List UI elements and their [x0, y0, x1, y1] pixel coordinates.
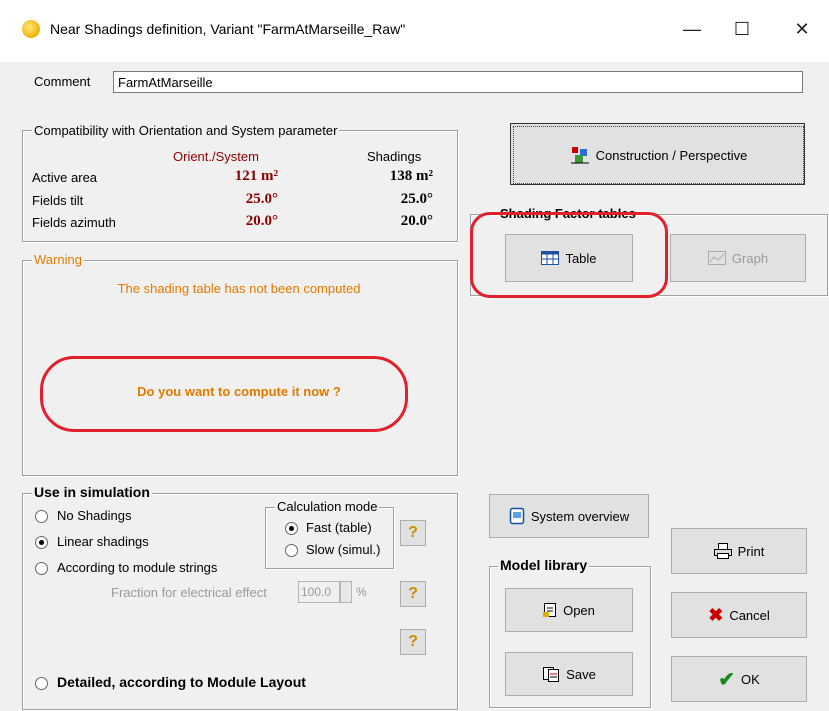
active-area-label: Active area [32, 170, 98, 185]
open-file-icon [543, 603, 557, 617]
cancel-x-icon: ✖ [708, 604, 724, 625]
open-button-label: Open [563, 602, 595, 618]
maximize-button[interactable]: ☐ [722, 14, 762, 44]
ok-button[interactable]: ✔ OK [671, 656, 807, 702]
warning-message: The shading table has not been computed [117, 281, 361, 296]
active-area-orient-value: 121 m² [234, 168, 278, 184]
minimize-button[interactable]: — [672, 14, 712, 44]
system-overview-label: System overview [530, 508, 630, 524]
active-area-shadings-value: 138 m² [389, 168, 433, 184]
comment-label: Comment [34, 74, 91, 89]
print-button[interactable]: Print [671, 528, 807, 574]
compute-question[interactable]: Do you want to compute it now ? [22, 384, 456, 399]
fraction-electrical-spinner [340, 581, 352, 603]
print-button-label: Print [737, 543, 765, 559]
linear-shadings-radio[interactable] [35, 536, 48, 549]
orient-system-header: Orient./System [173, 149, 259, 164]
document-icon [509, 507, 525, 525]
comment-field[interactable] [113, 71, 803, 93]
fields-azimuth-orient-value: 20.0° [245, 213, 278, 229]
no-shadings-radio[interactable] [35, 510, 48, 523]
window-title: Near Shadings definition, Variant "FarmA… [50, 21, 406, 37]
fields-azimuth-shadings-value: 20.0° [400, 213, 433, 229]
model-library-title: Model library [498, 557, 590, 573]
detailed-layout-radio[interactable] [35, 677, 48, 690]
ok-button-label: OK [740, 671, 760, 687]
graph-icon [707, 251, 726, 265]
fast-table-label[interactable]: Fast (table) [306, 520, 372, 535]
warning-title: Warning [32, 252, 84, 267]
construction-perspective-content[interactable]: Construction / Perspective [513, 126, 804, 184]
linear-shadings-label[interactable]: Linear shadings [57, 534, 149, 549]
fields-azimuth-label: Fields azimuth [32, 215, 116, 230]
cancel-button-label: Cancel [729, 607, 770, 623]
open-button[interactable]: Open [505, 588, 633, 632]
system-overview-button[interactable]: System overview [489, 494, 649, 538]
fraction-electrical-label: Fraction for electrical effect [111, 585, 267, 600]
construction-perspective-label: Construction / Perspective [595, 147, 748, 163]
app-icon [22, 20, 40, 38]
save-file-icon [543, 667, 560, 682]
printer-icon [713, 543, 732, 559]
use-in-simulation-title: Use in simulation [32, 484, 152, 500]
shadings-header: Shadings [367, 149, 422, 164]
fraction-help-button[interactable]: ? [400, 581, 426, 607]
detailed-layout-label[interactable]: Detailed, according to Module Layout [57, 674, 306, 690]
compatibility-group-title: Compatibility with Orientation and Syste… [32, 123, 340, 138]
fast-table-radio[interactable] [285, 522, 298, 535]
calculation-mode-group [265, 507, 394, 569]
construction-icon [570, 147, 589, 164]
fields-tilt-shadings-value: 25.0° [400, 191, 433, 207]
calc-mode-help-button[interactable]: ? [400, 520, 426, 546]
fraction-electrical-unit: % [356, 585, 367, 599]
graph-button-label: Graph [731, 250, 769, 266]
graph-button: Graph [670, 234, 806, 282]
close-button[interactable]: ✕ [782, 14, 822, 44]
calculation-mode-title: Calculation mode [275, 499, 380, 514]
save-button-label: Save [566, 666, 596, 682]
slow-simul-radio[interactable] [285, 544, 298, 557]
slow-simul-label[interactable]: Slow (simul.) [306, 542, 380, 557]
save-button[interactable]: Save [505, 652, 633, 696]
no-shadings-label[interactable]: No Shadings [57, 508, 131, 523]
module-strings-radio[interactable] [35, 562, 48, 575]
fraction-electrical-input: 100.0 [298, 581, 340, 603]
layout-help-button[interactable]: ? [400, 629, 426, 655]
fields-tilt-label: Fields tilt [32, 193, 84, 208]
fields-tilt-orient-value: 25.0° [245, 191, 278, 207]
table-highlight-ring [470, 212, 668, 298]
cancel-button[interactable]: ✖ Cancel [671, 592, 807, 638]
checkmark-icon: ✔ [718, 668, 735, 691]
module-strings-label[interactable]: According to module strings [57, 560, 217, 575]
